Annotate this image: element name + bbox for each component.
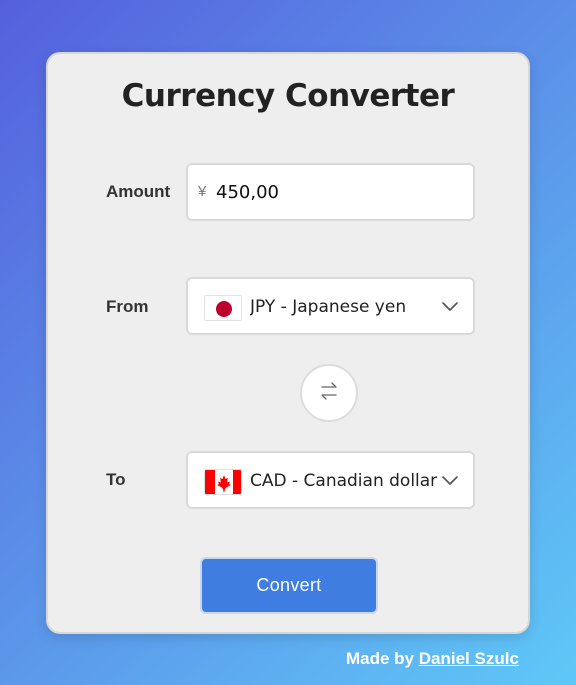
- from-currency-select[interactable]: JPY - Japanese yen: [186, 277, 475, 335]
- to-label: To: [106, 470, 126, 489]
- footer-credit: Made by Daniel Szulc: [346, 649, 519, 669]
- amount-input[interactable]: [216, 177, 456, 207]
- from-label: From: [106, 297, 149, 316]
- canada-flag-icon: [204, 469, 242, 495]
- converter-card: Currency Converter Amount ¥ From JPY - J…: [46, 52, 530, 634]
- credit-prefix: Made by: [346, 649, 415, 668]
- to-currency-value: CAD - Canadian dollar: [250, 471, 438, 491]
- amount-field[interactable]: ¥: [186, 163, 475, 221]
- japan-flag-icon: [204, 295, 242, 321]
- page-title: Currency Converter: [121, 78, 455, 114]
- currency-symbol: ¥: [198, 183, 207, 200]
- amount-label: Amount: [106, 182, 171, 201]
- convert-button[interactable]: Convert: [200, 557, 378, 614]
- chevron-down-icon: [441, 299, 459, 313]
- swap-arrows-icon: [318, 381, 340, 406]
- author-link[interactable]: Daniel Szulc: [419, 649, 519, 668]
- to-currency-select[interactable]: CAD - Canadian dollar: [186, 451, 475, 509]
- swap-currencies-button[interactable]: [300, 364, 358, 422]
- chevron-down-icon: [441, 473, 459, 487]
- from-currency-value: JPY - Japanese yen: [250, 297, 407, 317]
